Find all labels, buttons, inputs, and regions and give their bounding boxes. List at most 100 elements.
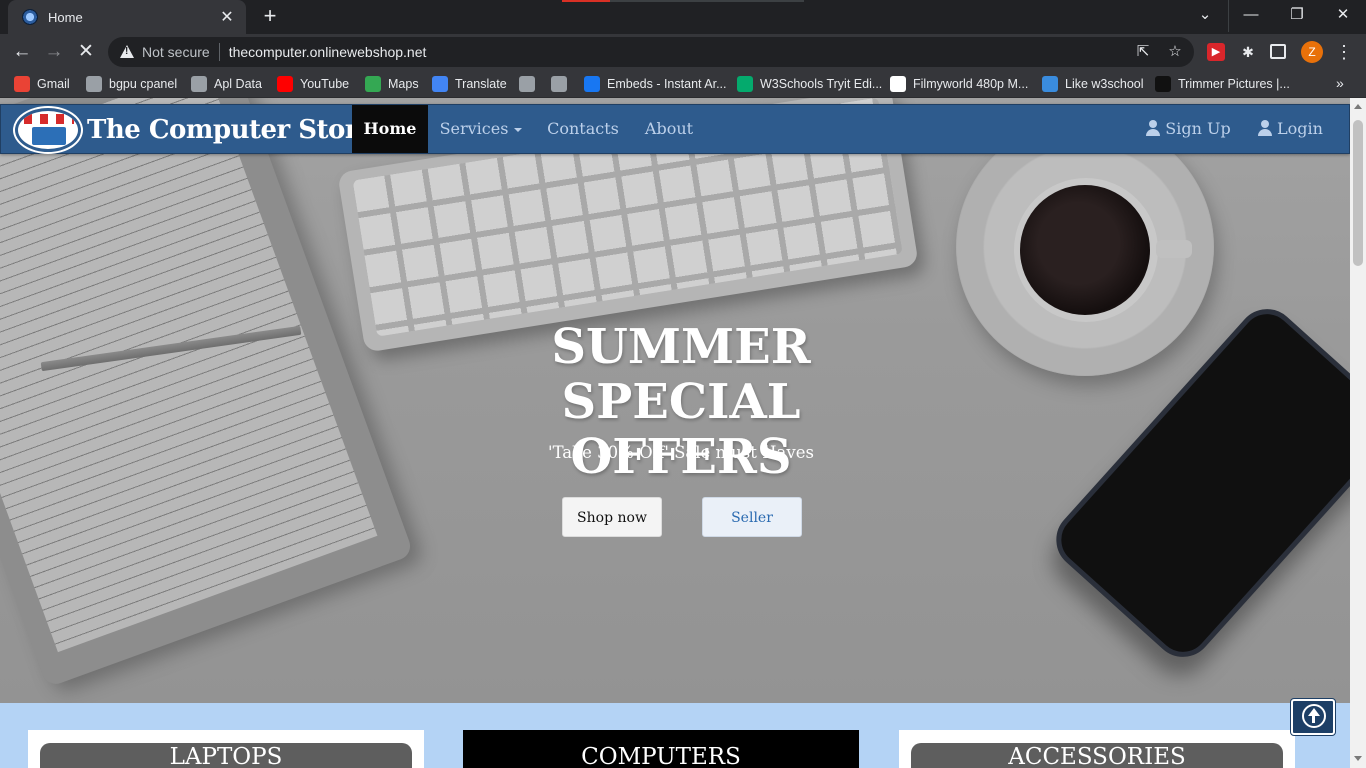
bookmark-label: Embeds - Instant Ar...	[607, 77, 727, 91]
nav-login[interactable]: Login	[1249, 105, 1331, 153]
seller-button[interactable]: Seller	[702, 497, 802, 537]
restore-button[interactable]: ❐	[1274, 0, 1320, 32]
bookmark-label: YouTube	[300, 77, 350, 91]
globe-icon	[551, 76, 567, 92]
brand-name: The Computer Store	[87, 115, 375, 145]
bookmark-item[interactable]: Apl Data	[191, 75, 262, 93]
browser-titlebar: Home ✕ + ⌄ — ❐ ✕	[0, 0, 1366, 34]
w3schools-icon	[737, 76, 753, 92]
bookmark-label: Filmyworld 480p M...	[913, 77, 1029, 91]
caret-down-icon	[514, 127, 523, 132]
nav-home[interactable]: Home	[352, 105, 428, 153]
shop-now-button[interactable]: Shop now	[562, 497, 662, 537]
facebook-icon	[584, 76, 600, 92]
profile-avatar[interactable]: Z	[1301, 41, 1323, 63]
cpanel-icon	[86, 76, 102, 92]
nav-services-label: Services	[439, 119, 509, 138]
maps-icon	[365, 76, 381, 92]
w3-icon	[1042, 76, 1058, 92]
store-logo-icon	[15, 108, 81, 152]
bookmark-label: Translate	[455, 77, 507, 91]
new-tab-button[interactable]: +	[258, 5, 282, 29]
nav-services[interactable]: Services	[431, 105, 531, 153]
bookmark-item[interactable]: W3Schools Tryit Edi...	[737, 75, 882, 93]
user-icon	[1257, 120, 1273, 136]
page-scrollbar[interactable]	[1350, 98, 1366, 768]
bookmark-item[interactable]: bgpu cpanel	[86, 75, 177, 93]
hero-subtitle: 'Take 30% Off' Sale must Haves	[548, 443, 814, 462]
bookmark-item[interactable]: Maps	[365, 75, 419, 93]
bookmark-label: bgpu cpanel	[109, 77, 178, 91]
scroll-thumb[interactable]	[1353, 120, 1363, 266]
category-card-laptops[interactable]: LAPTOPS	[28, 730, 424, 768]
bookmark-label: Maps	[388, 77, 419, 91]
loading-progress-bar	[562, 0, 804, 2]
category-card-accessories[interactable]: ACCESSORIES	[899, 730, 1295, 768]
browser-toolbar: ← → ✕ Not secure thecomputer.onlinewebsh…	[0, 34, 1366, 70]
browser-menu-icon[interactable]: ⋮	[1334, 41, 1354, 63]
bookmark-label: Trimmer Pictures |...	[1178, 77, 1290, 91]
globe-icon	[191, 76, 207, 92]
category-title: COMPUTERS	[581, 744, 741, 768]
stop-loading-icon[interactable]: ✕	[72, 38, 100, 66]
categories-section: LAPTOPS COMPUTERS ACCESSORIES	[0, 703, 1350, 768]
category-card-computers[interactable]: COMPUTERS	[463, 730, 859, 768]
cup-handle-image	[1156, 240, 1192, 258]
hero-title-line1: SUMMER SPECIAL	[551, 319, 811, 430]
bookmark-item[interactable]: Filmyworld 480p M...	[890, 75, 1028, 93]
bookmark-star-icon[interactable]: ☆	[1166, 43, 1184, 61]
bookmark-item[interactable]: Embeds - Instant Ar...	[584, 75, 727, 93]
browser-tab[interactable]: Home ✕	[8, 0, 246, 34]
coffee-image	[1020, 185, 1150, 315]
translate-icon	[432, 76, 448, 92]
extension-red-icon[interactable]: ▶	[1207, 43, 1225, 61]
bookmark-item[interactable]: Trimmer Pictures |...	[1155, 75, 1290, 93]
bookmarks-overflow-icon[interactable]: »	[1336, 75, 1344, 91]
warning-triangle-icon[interactable]	[120, 45, 134, 59]
trimmer-icon	[1155, 76, 1171, 92]
back-arrow-icon[interactable]: ←	[8, 38, 36, 66]
bookmark-label: W3Schools Tryit Edi...	[760, 77, 883, 91]
bookmark-label: Like w3school	[1065, 77, 1144, 91]
user-icon	[1145, 120, 1161, 136]
site-navbar: The Computer Store Home Services Contact…	[0, 104, 1350, 154]
globe-icon	[519, 76, 535, 92]
extensions-puzzle-icon[interactable]: ✱	[1239, 43, 1257, 61]
tab-search-icon[interactable]: ⌄	[1182, 0, 1228, 32]
login-label: Login	[1277, 119, 1323, 138]
bookmark-item[interactable]: Translate	[432, 75, 507, 93]
gmail-icon	[14, 76, 30, 92]
bookmarks-bar: Gmail bgpu cpanel Apl Data YouTube Maps Trans…	[0, 70, 1366, 98]
category-title: LAPTOPS	[40, 743, 412, 768]
hero-banner: SUMMER SPECIAL OFFERS 'Take 30% Off' Sal…	[0, 98, 1350, 703]
brand-link[interactable]: The Computer Store	[15, 107, 375, 153]
side-panel-icon[interactable]	[1270, 44, 1286, 59]
nav-contacts[interactable]: Contacts	[537, 105, 629, 153]
minimize-button[interactable]: —	[1228, 0, 1274, 32]
bookmark-label: Gmail	[37, 77, 70, 91]
bookmark-label: Apl Data	[214, 77, 262, 91]
scroll-up-arrow-icon[interactable]	[1354, 104, 1362, 109]
scroll-to-top-button[interactable]	[1291, 699, 1335, 735]
filmyworld-icon	[890, 76, 906, 92]
site-favicon-icon	[22, 9, 38, 25]
bookmark-item[interactable]	[551, 75, 574, 93]
nav-about[interactable]: About	[634, 105, 704, 153]
address-separator	[218, 43, 220, 61]
bookmark-item[interactable]: Like w3school	[1042, 75, 1144, 93]
security-status[interactable]: Not secure	[142, 44, 210, 60]
forward-arrow-icon[interactable]: →	[40, 38, 68, 66]
url-text[interactable]: thecomputer.onlinewebshop.net	[229, 44, 427, 60]
close-window-button[interactable]: ✕	[1320, 0, 1366, 32]
tab-close-icon[interactable]: ✕	[218, 7, 236, 27]
tab-title: Home	[48, 9, 83, 25]
scroll-down-arrow-icon[interactable]	[1354, 756, 1362, 761]
arrow-up-circle-icon	[1302, 704, 1326, 728]
address-bar[interactable]: Not secure thecomputer.onlinewebshop.net…	[108, 37, 1194, 67]
bookmark-item[interactable]	[519, 75, 542, 93]
bookmark-item[interactable]: Gmail	[14, 75, 70, 93]
youtube-icon	[277, 76, 293, 92]
share-icon[interactable]: ⇱	[1134, 43, 1152, 61]
nav-signup[interactable]: Sign Up	[1139, 105, 1237, 153]
bookmark-item[interactable]: YouTube	[277, 75, 349, 93]
